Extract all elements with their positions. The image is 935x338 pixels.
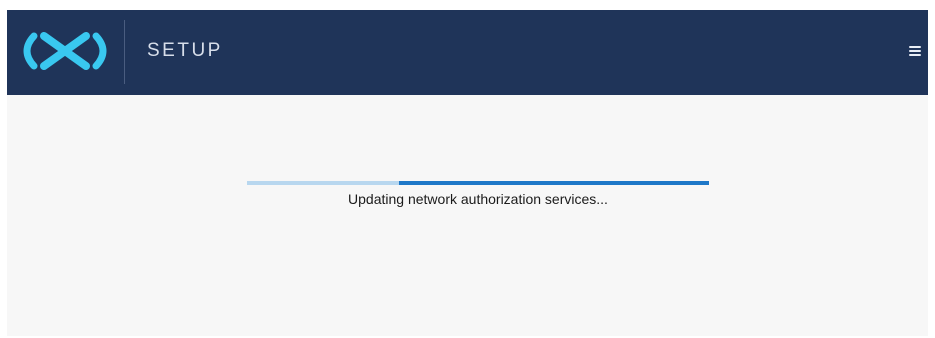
logo-right-bracket	[92, 32, 107, 70]
progress-bar	[247, 181, 709, 185]
logo-left-bracket	[23, 32, 38, 70]
progress-bar-fill	[399, 181, 709, 185]
header-divider	[124, 20, 125, 84]
top-bar: SETUP	[7, 10, 928, 95]
menu-line	[909, 50, 921, 52]
hamburger-menu-icon[interactable]	[908, 43, 922, 57]
menu-line	[909, 54, 921, 56]
status-message: Updating network authorization services.…	[348, 191, 608, 207]
page-title: SETUP	[147, 40, 223, 61]
cx-logo-icon	[23, 32, 107, 70]
menu-line	[909, 46, 921, 48]
setup-window: SETUP Updating network authorization ser…	[7, 10, 928, 336]
